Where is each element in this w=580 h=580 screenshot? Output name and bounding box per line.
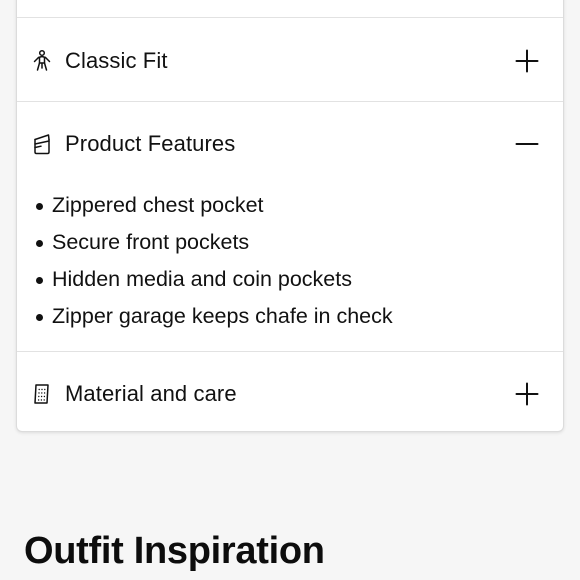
shopping-bag-icon	[30, 132, 54, 156]
product-features-list: Zippered chest pocket Secure front pocke…	[32, 187, 393, 335]
product-details-accordion: Classic Fit Product Features Zippered ch…	[16, 0, 564, 432]
accordion-divider	[17, 101, 563, 102]
accordion-divider	[17, 351, 563, 352]
accordion-title-material-and-care: Material and care	[65, 381, 237, 406]
feature-text: Zippered chest pocket	[52, 193, 264, 217]
person-fit-icon	[30, 49, 54, 73]
accordion-divider	[17, 17, 563, 18]
feature-text: Secure front pockets	[52, 230, 250, 254]
list-item: Zipper garage keeps chafe in check	[32, 298, 393, 335]
list-item: Secure front pockets	[32, 224, 393, 261]
bullet-dot	[36, 203, 43, 210]
bullet-dot	[36, 240, 43, 247]
outfit-inspiration-heading: Outfit Inspiration	[24, 530, 325, 572]
bullet-dot	[36, 314, 43, 321]
accordion-title-product-features: Product Features	[65, 131, 236, 156]
fabric-tag-icon	[30, 382, 54, 406]
accordion-title-classic-fit: Classic Fit	[65, 48, 168, 73]
feature-text: Zipper garage keeps chafe in check	[52, 304, 393, 328]
feature-text: Hidden media and coin pockets	[52, 267, 352, 291]
bullet-dot	[36, 277, 43, 284]
list-item: Zippered chest pocket	[32, 187, 393, 224]
plus-icon[interactable]	[515, 49, 539, 73]
accordion-header-classic-fit[interactable]: Classic Fit	[17, 33, 563, 89]
minus-icon[interactable]	[515, 132, 539, 156]
plus-icon[interactable]	[515, 382, 539, 406]
accordion-header-material-and-care[interactable]: Material and care	[17, 366, 563, 422]
accordion-header-product-features[interactable]: Product Features	[17, 116, 563, 172]
list-item: Hidden media and coin pockets	[32, 261, 393, 298]
